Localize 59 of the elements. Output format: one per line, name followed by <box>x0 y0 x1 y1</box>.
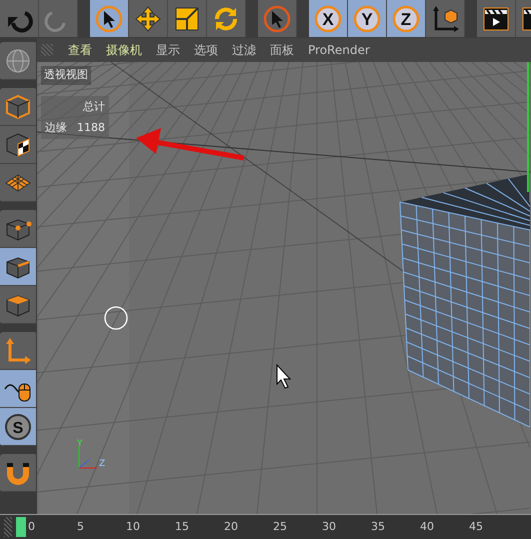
frame-number: 20 <box>224 520 238 533</box>
axis-label: Y <box>77 438 82 451</box>
frame-number: 35 <box>371 520 385 533</box>
axis-gizmo-icon <box>78 446 98 468</box>
menu-item[interactable]: 选项 <box>187 41 225 59</box>
frame-number: 10 <box>126 520 140 533</box>
axis-circle-icon: X <box>314 4 342 32</box>
viewport-title: 透视视图 <box>41 66 91 84</box>
frame-number: 25 <box>273 520 287 533</box>
rotate-arrows-icon <box>212 4 240 32</box>
frame-number: 30 <box>322 520 336 533</box>
menu-item[interactable]: 显示 <box>149 41 187 59</box>
tool-button[interactable] <box>0 370 36 408</box>
frame-number: 15 <box>175 520 189 533</box>
sphere-icon <box>4 46 32 74</box>
axis-circle-icon: Z <box>392 4 420 32</box>
arrow-cursor-icon <box>95 4 123 32</box>
frame-number: 40 <box>420 520 434 533</box>
menu-item[interactable]: 查看 <box>61 41 99 59</box>
grip-handle[interactable] <box>41 44 53 56</box>
axis-lock-button[interactable]: Z <box>387 0 426 37</box>
menu-item[interactable]: 面板 <box>263 41 301 59</box>
tool-button[interactable] <box>0 126 36 164</box>
mouse-pointer-icon <box>276 364 292 389</box>
tool-button[interactable] <box>426 0 465 37</box>
tool-button[interactable] <box>129 0 168 37</box>
axis-label: Z <box>99 458 106 471</box>
menu-item[interactable]: 摄像机 <box>99 41 149 59</box>
brush-cursor-icon <box>104 306 128 330</box>
tool-button[interactable] <box>90 0 129 37</box>
tool-button[interactable] <box>168 0 207 37</box>
tool-button[interactable] <box>0 286 36 324</box>
arrow-cursor-icon <box>263 4 291 32</box>
clapperboard-icon <box>482 4 510 32</box>
frame-number: 0 <box>28 520 35 533</box>
stats-value: 1188 <box>77 120 105 136</box>
stats-header: 总计 <box>83 100 105 113</box>
tool-button[interactable] <box>0 248 36 286</box>
tool-button[interactable] <box>477 0 516 37</box>
move-arrows-icon <box>134 4 162 32</box>
tool-button[interactable] <box>0 210 36 248</box>
scale-square-icon <box>173 4 201 32</box>
frame-number: 5 <box>77 520 84 533</box>
grip-handle[interactable] <box>4 517 12 537</box>
frame-number: 45 <box>469 520 483 533</box>
axis-lock-button[interactable]: X <box>309 0 348 37</box>
axis-lock-button[interactable]: Y <box>348 0 387 37</box>
menu-item[interactable]: ProRender <box>301 41 377 59</box>
cube-icon <box>4 92 32 120</box>
stats-label: 边缘 <box>45 120 67 136</box>
tool-button[interactable] <box>0 88 36 126</box>
axis-circle-icon: Y <box>353 4 381 32</box>
axis-corner-icon <box>4 336 32 364</box>
coordinate-axes-icon <box>431 4 459 32</box>
tool-button[interactable]: S <box>0 408 36 446</box>
snap-circle-icon: S <box>4 412 32 440</box>
checkered-cube-icon <box>4 130 32 158</box>
menu-item[interactable]: 过滤 <box>225 41 263 59</box>
tool-button[interactable] <box>0 454 36 492</box>
